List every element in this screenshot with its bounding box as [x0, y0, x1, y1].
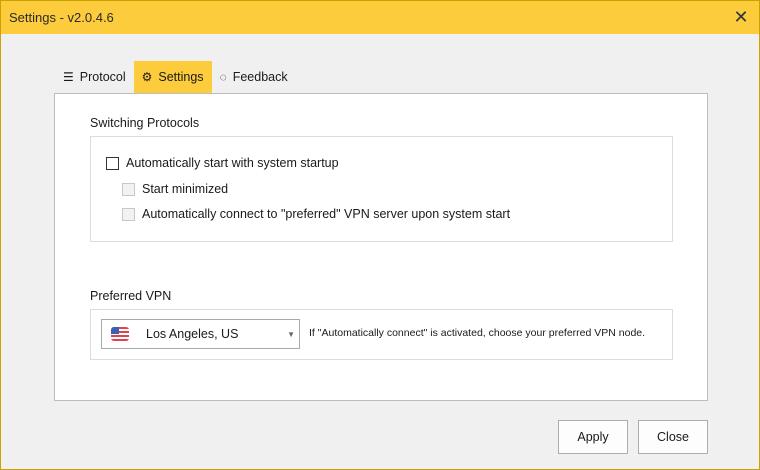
switching-protocols-heading: Switching Protocols — [90, 116, 200, 130]
tab-protocol[interactable]: ☰ Protocol — [55, 61, 134, 93]
close-button[interactable]: Close — [638, 420, 708, 454]
vpn-location-value: Los Angeles, US — [146, 327, 239, 341]
settings-panel: Switching Protocols Automatically start … — [54, 93, 708, 401]
gear-icon: ⚙ — [141, 70, 153, 84]
auto-connect-row[interactable]: Automatically connect to "preferred" VPN… — [122, 207, 510, 221]
auto-connect-checkbox[interactable] — [122, 207, 135, 221]
title-bar: Settings - v2.0.4.6 ✕ — [1, 1, 759, 34]
tab-label: Feedback — [232, 70, 288, 84]
window-title: Settings - v2.0.4.6 — [9, 10, 114, 25]
auto-start-checkbox[interactable] — [106, 156, 119, 170]
tab-feedback[interactable]: ◌ Feedback — [212, 61, 296, 93]
apply-button[interactable]: Apply — [558, 420, 628, 454]
us-flag-icon — [111, 327, 129, 341]
vpn-location-select[interactable]: Los Angeles, US ▼ — [101, 319, 300, 349]
sliders-icon: ☰ — [63, 70, 74, 84]
tab-label: Settings — [158, 70, 204, 84]
close-icon[interactable]: ✕ — [727, 3, 755, 31]
auto-start-row[interactable]: Automatically start with system startup — [106, 156, 339, 170]
tab-bar: ☰ Protocol ⚙ Settings ◌ Feedback — [55, 61, 296, 93]
settings-window: Settings - v2.0.4.6 ✕ ☰ Protocol ⚙ Setti… — [0, 0, 760, 470]
preferred-vpn-heading: Preferred VPN — [90, 289, 172, 303]
preferred-vpn-hint: If "Automatically connect" is activated,… — [309, 327, 646, 339]
speech-bubble-icon: ◌ — [219, 70, 227, 84]
start-minimized-checkbox[interactable] — [122, 182, 135, 196]
tab-settings[interactable]: ⚙ Settings — [133, 61, 212, 93]
start-minimized-row[interactable]: Start minimized — [122, 182, 228, 196]
startup-options-group: Automatically start with system startup … — [90, 136, 673, 242]
dropdown-arrow-icon: ▼ — [287, 330, 295, 339]
tab-label: Protocol — [79, 70, 126, 84]
start-minimized-label: Start minimized — [142, 182, 229, 196]
auto-start-label: Automatically start with system startup — [126, 156, 339, 170]
auto-connect-label: Automatically connect to "preferred" VPN… — [142, 207, 511, 221]
